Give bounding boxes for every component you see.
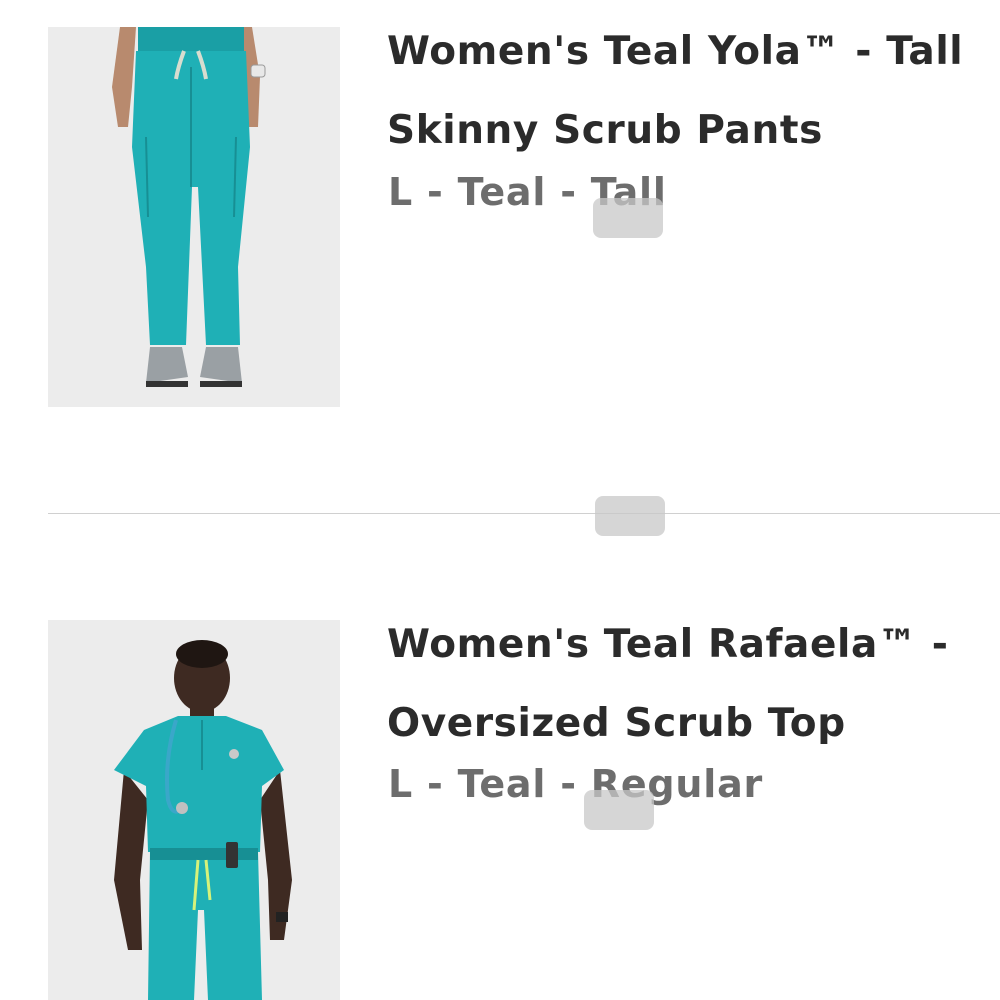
product-variant: L - Teal - Regular <box>388 762 764 806</box>
drag-handle[interactable] <box>593 198 663 238</box>
drag-handle[interactable] <box>584 790 654 830</box>
product-title[interactable]: Women's Teal Rafaela™ - Oversized Scrub … <box>387 605 1000 763</box>
divider <box>48 513 1000 514</box>
cart-item-list: Women's Teal Yola™ - Tall Skinny Scrub P… <box>0 0 1000 1000</box>
scrub-top-photo <box>48 620 340 1000</box>
product-image-scrub-pants[interactable] <box>48 27 340 407</box>
product-title-line-1: Women's Teal Yola™ - Tall <box>387 29 964 74</box>
product-item: Women's Teal Yola™ - Tall Skinny Scrub P… <box>0 0 1000 515</box>
product-item: Women's Teal Rafaela™ - Oversized Scrub … <box>0 515 1000 1000</box>
product-title-line-2: Oversized Scrub Top <box>387 701 846 746</box>
scrub-pants-photo <box>48 27 340 407</box>
product-image-scrub-top[interactable] <box>48 620 340 1000</box>
product-title-line-2: Skinny Scrub Pants <box>387 108 823 153</box>
product-title[interactable]: Women's Teal Yola™ - Tall Skinny Scrub P… <box>387 12 1000 170</box>
product-title-line-1: Women's Teal Rafaela™ - <box>387 622 949 667</box>
